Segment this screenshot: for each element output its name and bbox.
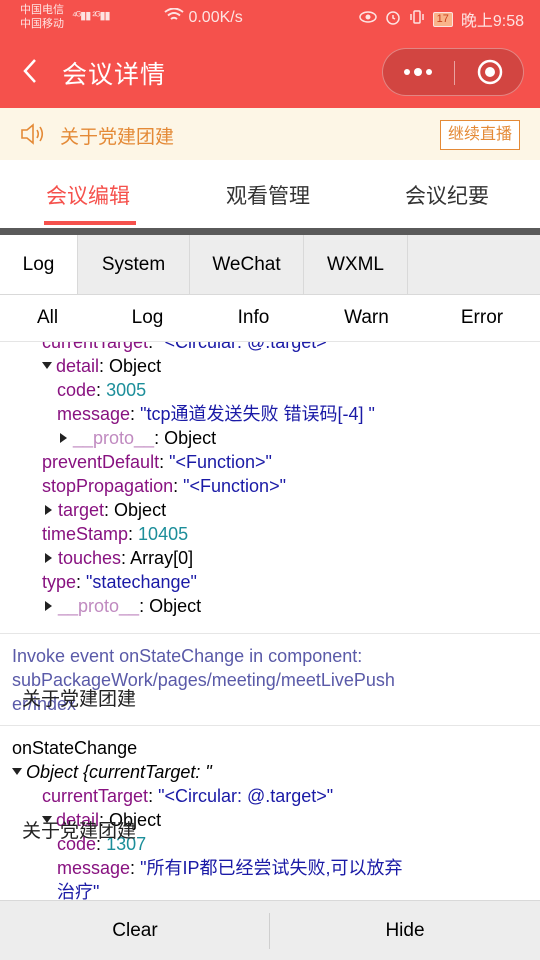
log-line: message: "所有IP都已经尝试失败,可以放弃 [57, 858, 403, 878]
console-tab-system[interactable]: System [78, 235, 190, 294]
expand-down-icon [12, 768, 22, 775]
log-line[interactable]: detail: Object [42, 354, 161, 378]
info-line: Invoke event onStateChange in component: [12, 646, 363, 666]
main-tabs: 会议编辑 观看管理 会议纪要 [0, 160, 540, 228]
log-line: timeStamp: 10405 [42, 524, 189, 544]
log-line: code: 3005 [57, 380, 147, 400]
hide-button[interactable]: Hide [270, 901, 540, 960]
log-line[interactable]: Object {currentTarget: " [12, 760, 212, 784]
expand-right-icon [45, 505, 52, 515]
filter-info[interactable]: Info [206, 296, 301, 341]
battery-icon: 17 [432, 11, 453, 27]
console-tab-log[interactable]: Log [0, 235, 78, 294]
floating-overlay-text: 关于党建团建 [22, 821, 137, 842]
log-line: onStateChange [12, 738, 138, 758]
log-line[interactable]: touches: Array[0] [45, 546, 193, 570]
tab-meeting-edit[interactable]: 会议编辑 [46, 180, 130, 210]
log-line[interactable]: __proto__: Object [45, 594, 201, 618]
log-line[interactable]: target: Object [45, 498, 166, 522]
speaker-icon [20, 123, 46, 150]
continue-live-button[interactable]: 继续直播 [440, 120, 520, 150]
clear-button[interactable]: Clear [0, 901, 270, 960]
wifi-speed: 0.00K/s [164, 7, 243, 27]
console-tabs: Log System WeChat WXML [0, 235, 540, 295]
vibrate-icon [409, 9, 425, 30]
log-separator [0, 633, 540, 634]
expand-right-icon [45, 553, 52, 563]
menu-capsule [382, 48, 524, 96]
filter-log[interactable]: Log [100, 296, 195, 341]
log-line: preventDefault: "<Function>" [42, 452, 272, 472]
alarm-icon [385, 9, 401, 30]
nav-bar: 会议详情 [0, 36, 540, 108]
log-line[interactable]: __proto__: Object [60, 426, 216, 450]
log-filters: All Log Info Warn Error [0, 296, 540, 342]
log-line: 治疗" [57, 882, 100, 900]
notice-bar: 关于党建团建 继续直播 [0, 108, 540, 160]
log-content[interactable]: currentTarget: "<Circular: @.target>" de… [0, 342, 540, 900]
log-line: stopPropagation: "<Function>" [42, 476, 286, 496]
log-line: currentTarget: "<Circular: @.target>" [42, 342, 334, 352]
wifi-icon [164, 7, 188, 26]
log-line: type: "statechange" [42, 572, 197, 592]
console-tab-wxml[interactable]: WXML [304, 235, 408, 294]
network-speed: 0.00K/s [188, 9, 243, 26]
tab-meeting-minutes[interactable]: 会议纪要 [405, 180, 489, 210]
expand-right-icon [60, 433, 67, 443]
filter-warn[interactable]: Warn [319, 296, 414, 341]
log-separator [0, 725, 540, 726]
expand-down-icon [42, 362, 52, 369]
expand-right-icon [45, 601, 52, 611]
console-top-border [0, 228, 540, 235]
status-right: 17 晚上9:58 [358, 7, 524, 31]
console-tab-wechat[interactable]: WeChat [190, 235, 304, 294]
signal-icon: ⁴ᴳ▮▮ ²ᴳ▮▮ [72, 10, 111, 22]
log-line: message: "tcp通道发送失败 错误码[-4] " [57, 404, 375, 424]
close-circle-icon[interactable] [455, 49, 525, 95]
page-title: 会议详情 [62, 61, 167, 89]
active-tab-indicator [44, 221, 136, 225]
tab-viewing-management[interactable]: 观看管理 [226, 180, 310, 210]
carrier-2: 中国移动 [20, 18, 64, 30]
floating-overlay-text: 关于党建团建 [22, 689, 137, 710]
carrier-labels: 中国电信 中国移动 [20, 3, 64, 31]
back-arrow-icon[interactable] [18, 56, 42, 86]
status-bar: 中国电信 中国移动 ⁴ᴳ▮▮ ²ᴳ▮▮ 0.00K/s 17 晚上9:58 [0, 0, 540, 36]
notice-text: 关于党建团建 [60, 127, 175, 148]
filter-error[interactable]: Error [430, 296, 534, 341]
more-dots-icon[interactable] [383, 49, 453, 95]
eye-icon [358, 10, 377, 28]
carrier-1: 中国电信 [20, 4, 64, 16]
log-line: currentTarget: "<Circular: @.target>" [42, 786, 334, 806]
filter-all[interactable]: All [0, 296, 95, 341]
status-time: 晚上9:58 [460, 13, 524, 30]
console-bottom-bar: Clear Hide [0, 900, 540, 960]
